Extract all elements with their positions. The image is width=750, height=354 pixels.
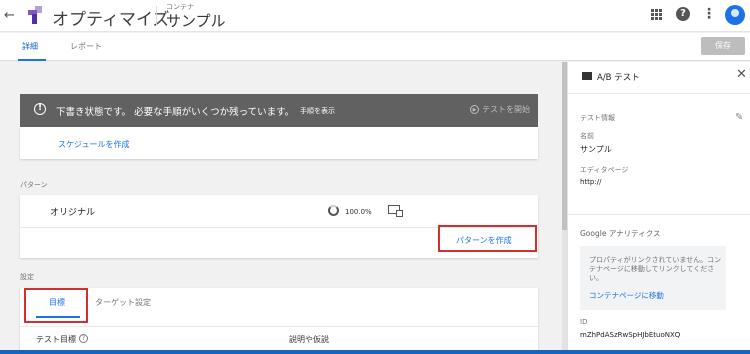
editor-page-value: http://	[580, 178, 602, 186]
app-name: オプティマイズ	[52, 10, 170, 30]
close-icon[interactable]: ✕	[736, 67, 747, 82]
arrow-left-icon[interactable]: ←	[4, 8, 15, 23]
analytics-label: Google アナリティクス	[580, 229, 661, 238]
create-schedule-link[interactable]: スケジュールを作成	[58, 139, 129, 150]
test-info-label: テスト情報	[580, 114, 615, 122]
active-tab-indicator	[36, 316, 80, 318]
tab-details[interactable]: 詳細	[22, 41, 38, 52]
tab-goals[interactable]: 目標	[49, 297, 65, 308]
header-divider	[156, 6, 157, 26]
divider	[20, 326, 538, 327]
test-goal-label: テスト目標	[36, 335, 76, 344]
original-variant[interactable]: オリジナル	[50, 205, 95, 218]
variant-weight[interactable]: 100.0%	[345, 208, 372, 216]
patterns-section-label: パターン	[20, 181, 48, 189]
panel-title: A/B テスト	[597, 73, 640, 83]
avatar[interactable]	[725, 5, 745, 25]
divider	[567, 214, 750, 215]
editor-page-label: エディタページ	[580, 166, 629, 174]
apps-grid-icon[interactable]	[651, 9, 662, 24]
optimize-logo	[28, 6, 42, 24]
start-test-button[interactable]: ▶ テストを開始	[470, 104, 530, 115]
draft-status-banner: ! 下書き状態です。 必要な手順がいくつか残っています。 手順を表示 ▶ テストを…	[20, 94, 538, 127]
alert-icon: !	[34, 103, 46, 115]
ab-test-icon	[582, 72, 592, 80]
more-vert-icon[interactable]: ⋮	[702, 6, 716, 22]
bottom-accent-bar	[0, 350, 750, 354]
help-circle-icon[interactable]: ?	[79, 334, 88, 343]
create-variant-link[interactable]: パターンを作成	[456, 235, 512, 246]
weight-ring-icon	[328, 205, 339, 216]
id-value: mZhPdASzRwSpHJbEtuoNXQ	[580, 331, 681, 339]
active-tab-indicator	[18, 59, 46, 61]
preview-icon[interactable]	[388, 205, 403, 217]
play-icon: ▶	[470, 105, 479, 114]
tab-report[interactable]: レポート	[70, 41, 102, 52]
tab-targeting[interactable]: ターゲット設定	[95, 297, 151, 308]
banner-text: 下書き状態です。 必要な手順がいくつか残っています。	[56, 107, 295, 118]
name-label: 名前	[580, 132, 594, 140]
save-button[interactable]: 保存	[701, 37, 745, 55]
edit-pencil-icon[interactable]: ✎	[735, 112, 743, 123]
analytics-info-text: プロパティがリンクされていません。コンテナページに移動してリンクしてください。	[589, 256, 722, 282]
description-label: 説明や仮説	[289, 335, 329, 344]
container-name[interactable]: サンプル	[166, 10, 226, 31]
side-panel-header	[567, 62, 750, 94]
show-steps-link[interactable]: 手順を表示	[300, 106, 335, 116]
help-icon[interactable]: ?	[676, 7, 690, 21]
name-value: サンプル	[580, 145, 612, 154]
id-label: ID	[580, 318, 588, 326]
go-to-container-link[interactable]: コンテナページに移動	[589, 290, 664, 301]
tab-bar	[0, 33, 750, 61]
side-panel	[567, 62, 750, 354]
settings-section-label: 設定	[20, 273, 34, 281]
